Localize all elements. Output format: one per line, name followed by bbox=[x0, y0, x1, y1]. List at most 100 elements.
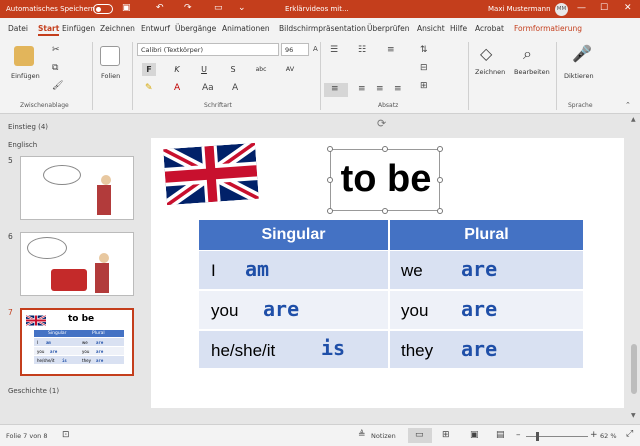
autosave-toggle[interactable] bbox=[93, 4, 113, 14]
slide-sorter-icon[interactable]: ⊞ bbox=[442, 430, 450, 440]
tab-zeichnen[interactable]: Zeichnen bbox=[100, 24, 135, 33]
resize-handle[interactable] bbox=[327, 208, 333, 214]
tab-ansicht[interactable]: Ansicht bbox=[417, 24, 445, 33]
line-spacing-icon[interactable]: ≡ bbox=[387, 46, 395, 55]
font-grow-icon[interactable]: A bbox=[313, 46, 318, 53]
slide-thumbnail-7[interactable]: to be Singular Plural I am we are you ar… bbox=[20, 308, 134, 376]
resize-handle[interactable] bbox=[382, 146, 388, 152]
format-painter-icon[interactable]: 🖌 bbox=[52, 82, 63, 91]
doc-title[interactable]: Erklärvideos mit... bbox=[285, 5, 349, 13]
paste-button-label[interactable]: Einfügen bbox=[11, 72, 40, 80]
user-name[interactable]: Maxi Mustermann bbox=[488, 5, 551, 13]
char-spacing-button[interactable]: AV bbox=[283, 63, 297, 76]
resize-handle[interactable] bbox=[437, 146, 443, 152]
close-icon[interactable]: ✕ bbox=[624, 3, 632, 13]
section-geschichte[interactable]: Geschichte (1) bbox=[8, 387, 59, 395]
copy-icon[interactable]: ⧉ bbox=[52, 64, 58, 73]
tab-entwurf[interactable]: Entwurf bbox=[141, 24, 170, 33]
resize-handle[interactable] bbox=[437, 208, 443, 214]
text-direction-icon[interactable]: ⇅ bbox=[420, 46, 428, 55]
resize-handle[interactable] bbox=[327, 146, 333, 152]
customize-icon[interactable]: ⌄ bbox=[238, 3, 246, 13]
title-textbox[interactable]: to be bbox=[330, 149, 440, 211]
avatar[interactable]: MM bbox=[555, 3, 568, 16]
accessibility-icon[interactable]: ⊡ bbox=[62, 430, 70, 440]
zoom-in-icon[interactable]: + bbox=[590, 430, 598, 440]
thought-bubble bbox=[27, 237, 67, 259]
numbering-icon[interactable]: ☷ bbox=[358, 46, 366, 55]
tab-formformatierung[interactable]: Formformatierung bbox=[514, 24, 582, 33]
vertical-scrollbar[interactable]: ▲ ▼ bbox=[628, 114, 640, 424]
tab-hilfe[interactable]: Hilfe bbox=[450, 24, 467, 33]
dictate-button-label[interactable]: Diktieren bbox=[564, 72, 594, 80]
microphone-icon[interactable]: 🎤 bbox=[572, 46, 592, 62]
save-icon[interactable]: ▣ bbox=[122, 3, 131, 13]
zoom-slider-thumb[interactable] bbox=[536, 432, 539, 441]
align-text-icon[interactable]: ⊟ bbox=[420, 64, 428, 73]
cut-icon[interactable]: ✂ bbox=[52, 46, 60, 55]
tab-datei[interactable]: Datei bbox=[8, 24, 28, 33]
shadow-icon[interactable]: abc bbox=[254, 63, 268, 76]
normal-view-button[interactable]: ▭ bbox=[408, 428, 432, 443]
zoom-level[interactable]: 62 % bbox=[600, 432, 617, 440]
shapes-icon[interactable]: ◇ bbox=[480, 46, 492, 62]
section-englisch[interactable]: Englisch bbox=[8, 141, 37, 149]
rotate-handle-icon[interactable]: ⟳ bbox=[377, 117, 386, 130]
bullets-icon[interactable]: ☰ bbox=[330, 46, 338, 55]
font-color-icon[interactable]: A bbox=[174, 84, 180, 93]
smartart-icon[interactable]: ⊞ bbox=[420, 82, 428, 91]
tab-bildschirmpraesentation[interactable]: Bildschirmpräsentation bbox=[279, 24, 366, 33]
reading-view-icon[interactable]: ▣ bbox=[470, 430, 479, 440]
find-icon[interactable]: ⌕ bbox=[523, 46, 532, 62]
slides-button-label[interactable]: Folien bbox=[101, 72, 120, 80]
align-right-icon[interactable]: ≡ bbox=[376, 85, 384, 94]
scrollbar-thumb[interactable] bbox=[631, 344, 637, 394]
tab-ueberpruefen[interactable]: Überprüfen bbox=[367, 24, 410, 33]
new-slide-icon[interactable] bbox=[100, 46, 120, 66]
slide-thumbnail-5[interactable] bbox=[20, 156, 134, 220]
resize-handle[interactable] bbox=[382, 208, 388, 214]
tab-acrobat[interactable]: Acrobat bbox=[475, 24, 504, 33]
tab-einfuegen[interactable]: Einfügen bbox=[62, 24, 95, 33]
tab-animationen[interactable]: Animationen bbox=[222, 24, 270, 33]
resize-handle[interactable] bbox=[437, 177, 443, 183]
drawing-button-label[interactable]: Zeichnen bbox=[475, 68, 505, 76]
highlight-icon[interactable]: ✎ bbox=[145, 84, 153, 93]
zoom-out-icon[interactable]: – bbox=[516, 430, 521, 440]
uk-flag-icon[interactable] bbox=[163, 142, 259, 206]
notes-button[interactable]: Notizen bbox=[371, 432, 396, 440]
collapse-ribbon-icon[interactable]: ⌃ bbox=[625, 102, 631, 109]
maximize-icon[interactable]: ☐ bbox=[600, 3, 608, 13]
person-body bbox=[95, 263, 109, 293]
font-case-icon[interactable]: Aa bbox=[202, 84, 214, 93]
present-icon[interactable]: ▭ bbox=[214, 3, 223, 13]
minimize-icon[interactable]: — bbox=[577, 3, 586, 13]
resize-handle[interactable] bbox=[327, 177, 333, 183]
justify-icon[interactable]: ≡ bbox=[394, 85, 402, 94]
clear-format-icon[interactable]: A bbox=[232, 84, 238, 93]
font-size-select[interactable]: 96 bbox=[281, 43, 309, 56]
tab-start[interactable]: Start bbox=[38, 24, 60, 36]
slide[interactable]: to be Singular Plural I am we are you ar… bbox=[151, 138, 624, 408]
paste-icon[interactable] bbox=[14, 46, 34, 66]
notes-icon[interactable]: ≜ bbox=[358, 430, 366, 440]
align-left-button[interactable]: ≡ bbox=[324, 83, 348, 97]
section-einstieg[interactable]: Einstieg (4) bbox=[8, 123, 48, 131]
fit-slide-icon[interactable]: ⤢ bbox=[626, 429, 633, 439]
strike-button[interactable]: S bbox=[226, 63, 240, 76]
underline-button[interactable]: U bbox=[197, 63, 211, 76]
italic-button[interactable]: K bbox=[170, 63, 184, 76]
font-name-select[interactable]: Calibri (Textkörper) bbox=[137, 43, 279, 56]
slideshow-icon[interactable]: ▤ bbox=[496, 430, 505, 440]
bold-button[interactable]: F bbox=[142, 63, 156, 76]
slide-thumbnail-6[interactable] bbox=[20, 232, 134, 296]
scroll-up-icon[interactable]: ▲ bbox=[631, 116, 636, 123]
scroll-down-icon[interactable]: ▼ bbox=[631, 412, 636, 419]
conjugation-table[interactable]: Singular Plural I am we are you are you … bbox=[199, 220, 583, 368]
tab-uebergaenge[interactable]: Übergänge bbox=[175, 24, 216, 33]
editing-button-label[interactable]: Bearbeiten bbox=[514, 68, 550, 76]
redo-icon[interactable]: ↷ bbox=[184, 3, 192, 13]
ribbon: Einfügen ✂ ⧉ 🖌 Zwischenablage Folien Cal… bbox=[0, 38, 640, 114]
align-center-icon[interactable]: ≡ bbox=[358, 85, 366, 94]
undo-icon[interactable]: ↶ bbox=[156, 3, 164, 13]
